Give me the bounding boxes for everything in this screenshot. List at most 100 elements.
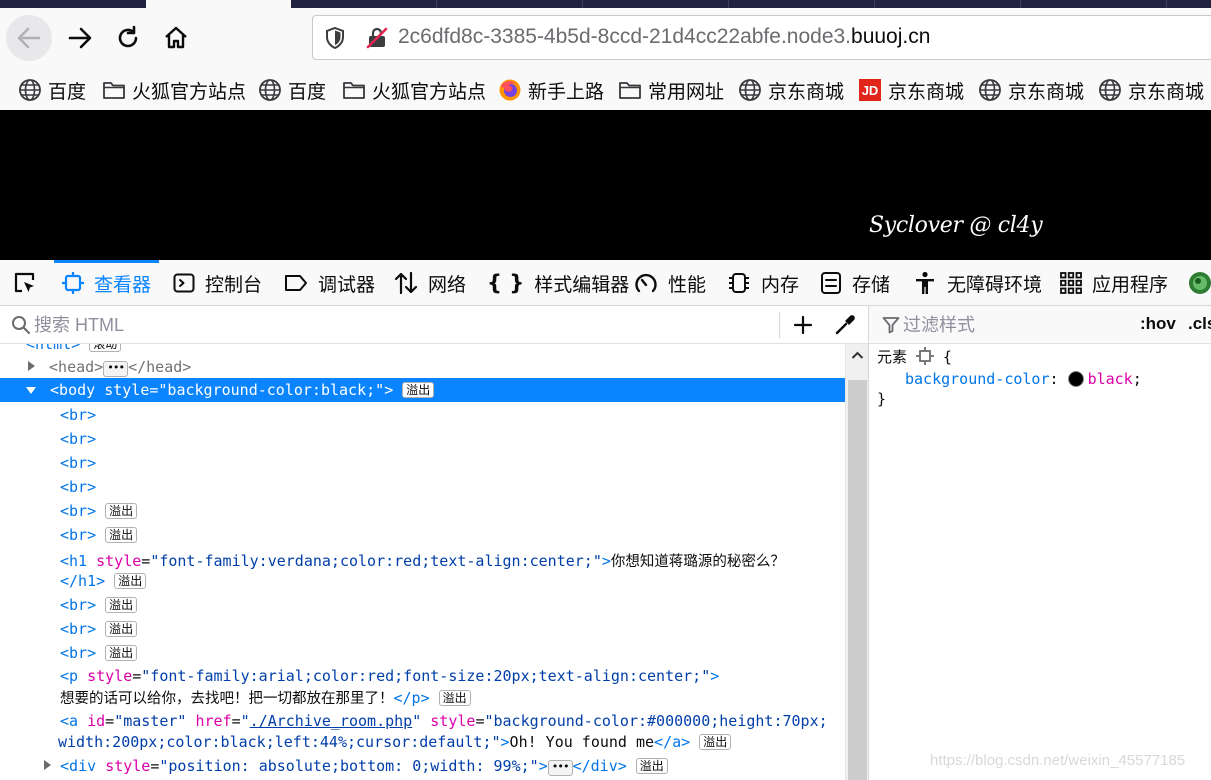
markup-node-br[interactable]: <br> 溢出 <box>0 596 845 614</box>
markup-node-a-cont[interactable]: width:200px;color:black;left:44%;cursor:… <box>0 733 845 751</box>
div-close-tag: </div> <box>572 757 627 775</box>
eyedropper-icon <box>835 315 855 335</box>
overflow-badge[interactable]: 溢出 <box>402 382 435 398</box>
overflow-badge[interactable]: 溢出 <box>438 690 471 706</box>
h1-tag: <h1 <box>60 552 88 570</box>
rule-selector: 元素 { <box>877 346 952 367</box>
tab-console[interactable]: 控制台 <box>173 260 262 306</box>
tab-performance[interactable]: 性能 <box>634 260 706 306</box>
tab-inspector[interactable]: 查看器 <box>53 260 160 306</box>
tab-label: 查看器 <box>94 274 152 296</box>
tab-memory[interactable]: 内存 <box>727 260 799 306</box>
overflow-badge[interactable]: 溢出 <box>105 645 138 661</box>
html-tag: <html> <box>26 344 81 353</box>
overflow-badge[interactable]: 溢出 <box>635 758 668 774</box>
collapsed-ellipsis[interactable]: ••• <box>547 760 573 776</box>
markup-node-br[interactable]: <br> <box>0 430 845 448</box>
scroll-badge[interactable]: 滚动 <box>89 344 122 352</box>
tab-style-editor[interactable]: { } 样式编辑器 <box>487 260 629 306</box>
overflow-badge[interactable]: 溢出 <box>105 503 138 519</box>
tab-strip <box>0 0 1211 8</box>
markup-node-body[interactable]: <body style="background-color:black;"> 溢… <box>0 378 845 402</box>
markup-node-head[interactable]: <head> ••• </head> <box>0 358 845 377</box>
class-toggle[interactable]: .cls <box>1188 314 1211 334</box>
arrow-left-icon <box>17 27 41 49</box>
tab-application[interactable]: 应用程序 <box>1060 260 1168 306</box>
tab-separator <box>436 0 437 8</box>
tab-debugger[interactable]: 调试器 <box>284 260 375 306</box>
markup-node-html[interactable]: <html> 滚动 <box>0 344 845 353</box>
overflow-badge[interactable]: 溢出 <box>114 573 147 589</box>
markup-node-div[interactable]: <div style="position: absolute;bottom: 0… <box>0 757 845 776</box>
filter-icon <box>882 317 900 334</box>
markup-node-a[interactable]: <a id="master" href="./Archive_room.php"… <box>0 712 845 730</box>
tab-label: 存储 <box>852 274 891 296</box>
bookmark-item[interactable]: 百度 <box>18 77 86 103</box>
div-tag: <div <box>60 757 97 775</box>
overflow-badge[interactable]: 溢出 <box>105 527 138 543</box>
markup-scrollbar[interactable] <box>845 344 868 780</box>
markup-node-br[interactable]: <br> 溢出 <box>0 644 845 662</box>
scroll-up-icon[interactable] <box>851 350 864 360</box>
markup-node-br[interactable]: <br> <box>0 454 845 472</box>
active-tab[interactable] <box>146 0 291 8</box>
bookmark-folder[interactable]: 火狐官方站点 <box>342 77 486 103</box>
tab-network[interactable]: 网络 <box>394 260 466 306</box>
extension-button[interactable] <box>1188 260 1211 306</box>
bookmark-folder[interactable]: 常用网址 <box>618 77 724 103</box>
performance-icon <box>634 271 658 295</box>
css-declaration[interactable]: background-color: black; <box>905 370 1142 388</box>
back-button[interactable] <box>6 15 52 61</box>
overflow-badge[interactable]: 溢出 <box>699 734 732 750</box>
br-tag: <br> <box>60 406 97 424</box>
bookmark-item[interactable]: 新手上路 <box>498 77 604 103</box>
forward-button[interactable] <box>57 15 103 61</box>
search-html-input[interactable] <box>34 312 774 338</box>
bookmark-folder[interactable]: 火狐官方站点 <box>102 77 246 103</box>
reload-button[interactable] <box>105 15 151 61</box>
markup-node-br[interactable]: <br> <box>0 478 845 496</box>
body-tag: <body <box>50 381 96 399</box>
filter-styles-input[interactable] <box>903 312 1103 338</box>
markup-node-h1[interactable]: <h1 style="font-family:verdana;color:red… <box>0 550 845 571</box>
tab-storage[interactable]: 存储 <box>820 260 890 306</box>
property-name[interactable]: background-color <box>905 370 1050 388</box>
overflow-badge[interactable]: 溢出 <box>105 597 138 613</box>
bookmark-item[interactable]: JD 京东商城 <box>858 77 964 103</box>
eyedropper-button[interactable] <box>832 312 858 338</box>
insecure-connection-icon[interactable] <box>365 26 389 50</box>
expand-triangle-icon[interactable] <box>44 760 51 770</box>
color-swatch[interactable] <box>1067 371 1084 387</box>
url-text[interactable]: 2c6dfd8c-3385-4b5d-8ccd-21d4cc22abfe.nod… <box>398 25 930 49</box>
shield-icon[interactable] <box>323 26 347 50</box>
markup-node-h1-close[interactable]: </h1> 溢出 <box>0 572 845 590</box>
bookmark-item[interactable]: 京东商城 <box>738 77 844 103</box>
markup-node-br[interactable]: <br> <box>0 406 845 424</box>
tab-accessibility[interactable]: 无障碍环境 <box>913 260 1042 306</box>
expand-triangle-icon[interactable] <box>28 361 35 371</box>
markup-node-br[interactable]: <br> 溢出 <box>0 502 845 520</box>
markup-node-br[interactable]: <br> 溢出 <box>0 526 845 544</box>
bookmark-item[interactable]: 京东商城 <box>1098 77 1204 103</box>
markup-node-p[interactable]: <p style="font-family:arial;color:red;fo… <box>0 667 845 685</box>
scrollbar-thumb[interactable] <box>848 380 867 780</box>
overflow-badge[interactable]: 溢出 <box>105 621 138 637</box>
pseudo-class-toggle[interactable]: :hov <box>1140 314 1176 334</box>
node-highlight-icon[interactable] <box>915 347 934 365</box>
markup-node-p-text[interactable]: 想要的话可以给你，去找吧！把一切都放在那里了！</p> 溢出 <box>0 687 845 708</box>
url-bar[interactable]: 2c6dfd8c-3385-4b5d-8ccd-21d4cc22abfe.nod… <box>312 15 1211 60</box>
bookmark-item[interactable]: 百度 <box>258 77 326 103</box>
element-picker-button[interactable] <box>12 260 38 306</box>
bookmark-item[interactable]: 京东商城 <box>978 77 1084 103</box>
home-button[interactable] <box>153 15 199 61</box>
collapsed-ellipsis[interactable]: ••• <box>103 361 129 377</box>
markup-node-br[interactable]: <br> 溢出 <box>0 620 845 638</box>
add-node-button[interactable] <box>790 312 816 338</box>
br-tag: <br> <box>60 478 97 496</box>
markup-tree[interactable]: <html> 滚动 <head> ••• </head> <body style="… <box>0 344 845 780</box>
memory-icon <box>727 271 751 295</box>
href-link[interactable]: ./Archive_room.php <box>250 712 413 730</box>
br-tag: <br> <box>60 620 97 638</box>
collapse-triangle-icon[interactable] <box>26 387 36 394</box>
property-value[interactable]: black <box>1088 370 1133 388</box>
